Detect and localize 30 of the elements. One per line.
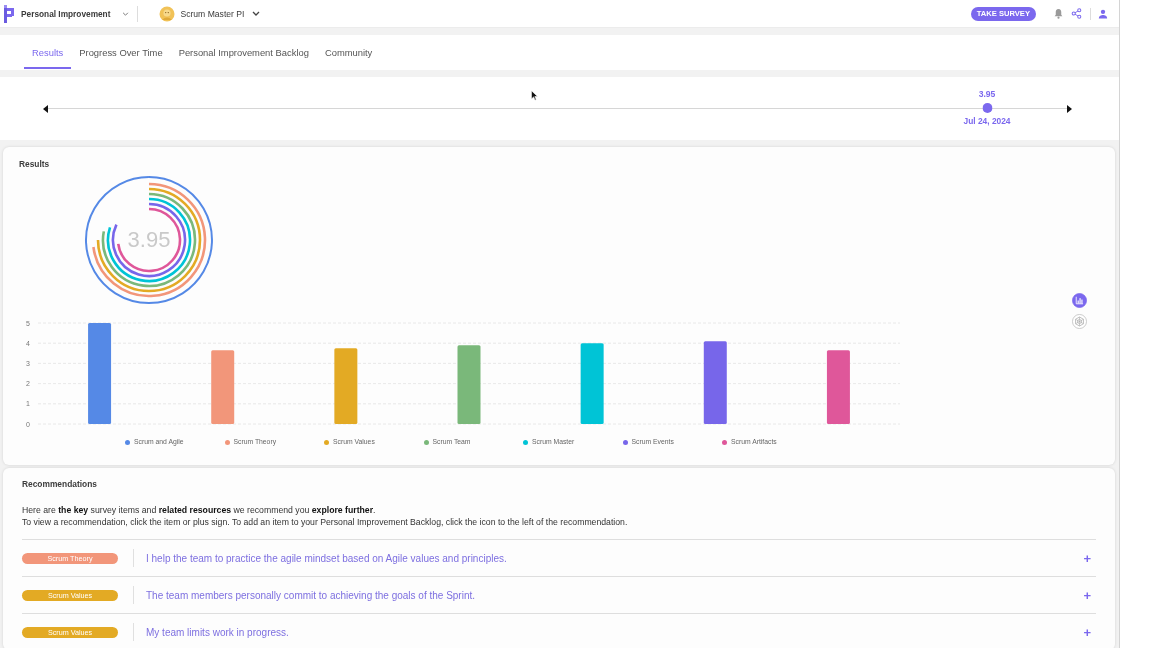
recommendation-link[interactable]: I help the team to practice the agile mindset based on Agile values and principles.: [146, 552, 507, 564]
cursor-icon: [531, 90, 538, 101]
bar-chart-icon[interactable]: [1071, 293, 1087, 308]
assessment-dropdown[interactable]: Scrum Master PI: [159, 5, 261, 22]
timeline-date: Jul 24, 2024: [963, 116, 1011, 127]
expand-button[interactable]: +: [1083, 588, 1091, 602]
tab[interactable]: Results: [24, 35, 72, 69]
timeline-score: 3.95: [978, 89, 996, 100]
badge-icon: [159, 5, 176, 22]
intro-text: Here are the key survey items and related resources we recommend you explore further.: [22, 504, 377, 516]
expand-button[interactable]: +: [1083, 625, 1091, 639]
timeline-point-icon[interactable]: [982, 103, 992, 113]
bell-icon[interactable]: [1053, 8, 1064, 19]
tab[interactable]: Personal Improvement Backlog: [170, 35, 317, 70]
instructions-text: To view a recommendation, click the item or plus sign. To add an item to your Personal Improvement Backlog, click the icon to the left of the recommendation.: [22, 516, 629, 528]
tab[interactable]: Community: [316, 35, 381, 70]
chevron-down-icon: [122, 11, 130, 16]
section-title: Recommendations: [22, 478, 98, 489]
recommendation-link[interactable]: My team limits work in progress.: [146, 626, 289, 638]
section-title: Results: [18, 158, 50, 169]
user-icon[interactable]: [1098, 8, 1108, 19]
share-icon[interactable]: [1071, 8, 1082, 19]
logo-icon[interactable]: [4, 4, 14, 23]
expand-button[interactable]: +: [1083, 551, 1091, 565]
caret-left-icon[interactable]: [43, 104, 48, 113]
chevron-down-icon: [252, 11, 261, 16]
recommendation-link[interactable]: The team members personally commit to achieving the goals of the Sprint.: [146, 589, 476, 601]
caret-right-icon[interactable]: [1067, 104, 1072, 113]
tab[interactable]: Progress Over Time: [71, 35, 171, 70]
product-dropdown[interactable]: Personal Improvement: [21, 8, 130, 19]
